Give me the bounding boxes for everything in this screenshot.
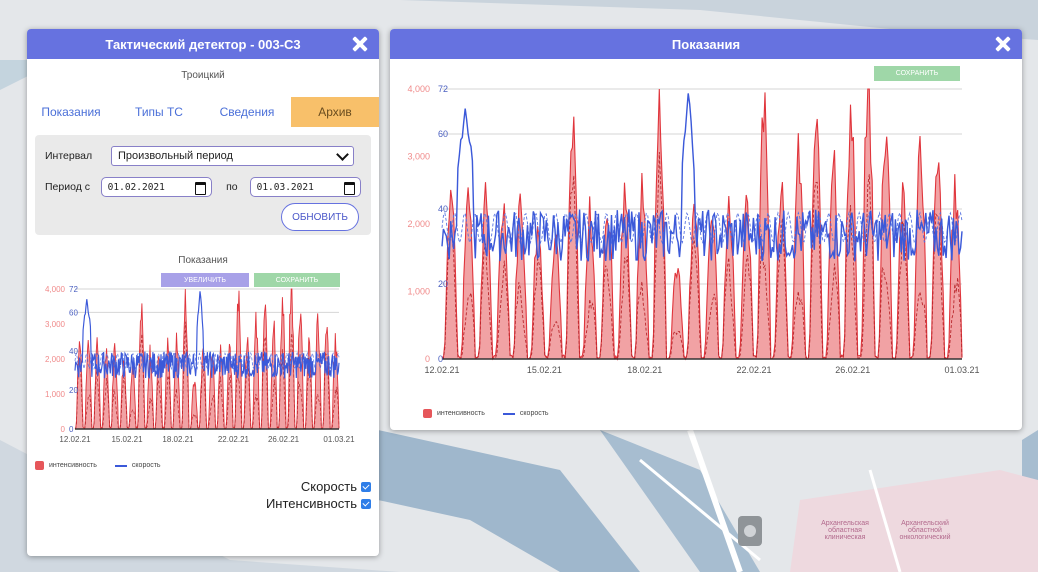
tab-info[interactable]: Сведения [203,97,291,127]
y-left-tick: 2,000 [45,355,66,364]
close-icon[interactable] [350,34,370,54]
filter-box: Интервал Произвольный период Период с 01… [35,135,371,235]
calendar-icon[interactable] [195,182,207,195]
tab-readings[interactable]: Показания [27,97,115,127]
speed-checkbox[interactable] [361,482,371,492]
y-left-tick: 4,000 [407,84,430,94]
x-tick: 12.02.21 [424,365,459,375]
x-tick: 26.02.21 [268,435,300,444]
x-tick: 12.02.21 [59,435,91,444]
readings-chart[interactable]: 0 1,000 2,000 3,000 4,000 0 20 40 60 72 12.02.21 15… [390,74,1022,394]
intensity-toggle-label: Интенсивность [265,496,357,511]
map-label: Архангельский областной онкологический [899,520,951,541]
y-left-tick: 4,000 [45,285,66,294]
y-left-tick: 1,000 [45,390,66,399]
x-tick: 01.03.21 [323,435,355,444]
mini-legend: интенсивность скорость [35,461,161,470]
period-to-label: по [226,181,238,193]
y-left-tick: 0 [61,425,66,434]
interval-select[interactable]: Произвольный период [111,146,354,166]
x-tick: 22.02.21 [736,365,771,375]
panel-title: Тактический детектор - 003-С3 [105,36,301,52]
calendar-icon[interactable] [344,182,355,195]
close-icon[interactable] [993,34,1013,54]
interval-label: Интервал [45,150,93,162]
y-right-tick: 40 [438,204,448,214]
y-left-tick: 3,000 [45,320,66,329]
y-left-tick: 1,000 [407,287,430,297]
y-right-tick: 40 [69,347,78,356]
legend-speed-label: скорость [131,462,161,469]
y-left-tick: 3,000 [407,152,430,162]
series-toggles: Скорость Интенсивность [266,478,371,512]
intensity-checkbox[interactable] [361,499,371,509]
x-tick: 15.02.21 [527,365,562,375]
mini-chart[interactable]: 0 1,000 2,000 3,000 4,000 0 20 40 60 72 12.02.21 15… [27,284,379,454]
x-tick: 18.02.21 [162,435,194,444]
period-to-input[interactable]: 01.03.2021 [249,177,361,197]
legend-intensity-swatch[interactable] [35,461,44,470]
period-from-label: Период с [45,181,90,193]
detector-location: Троицкий [181,70,225,81]
chevron-down-icon [336,148,349,161]
legend-speed-swatch[interactable] [114,464,127,467]
y-right-tick: 0 [69,425,74,434]
panel-header: Тактический детектор - 003-С3 [27,29,379,59]
legend-intensity-label: интенсивность [437,410,485,417]
y-right-tick: 20 [69,386,78,395]
x-tick: 26.02.21 [835,365,870,375]
y-right-tick: 72 [438,84,448,94]
mini-chart-title: Показания [178,255,228,266]
y-left-tick: 0 [425,354,430,364]
map-label: Архангельская областная клиническая [821,520,869,541]
interval-value: Произвольный период [118,150,233,162]
tab-vehicle-types[interactable]: Типы ТС [115,97,203,127]
x-tick: 15.02.21 [111,435,143,444]
detector-panel: Тактический детектор - 003-С3 Троицкий П… [27,29,379,556]
x-tick: 18.02.21 [627,365,662,375]
y-left-tick: 2,000 [407,219,430,229]
panel-title: Показания [671,36,741,52]
legend-intensity-label: интенсивность [49,462,97,469]
period-to-value: 01.03.2021 [256,181,314,193]
x-tick: 01.03.21 [944,365,979,375]
legend-intensity-swatch[interactable] [423,409,432,418]
panel-header: Показания [390,29,1022,59]
chart-legend: интенсивность скорость [423,409,549,418]
y-right-tick: 60 [69,308,78,317]
readings-panel: Показания СОХРАНИТЬ 0 1,000 2,000 3,000 4,00… [390,29,1022,430]
y-right-tick: 60 [438,129,448,139]
y-right-tick: 72 [69,285,78,294]
y-right-tick: 0 [438,354,443,364]
x-tick: 22.02.21 [218,435,250,444]
tab-archive[interactable]: Архив [291,97,379,127]
legend-speed-swatch[interactable] [502,412,515,415]
refresh-button[interactable]: ОБНОВИТЬ [281,203,359,231]
tab-bar: Показания Типы ТС Сведения Архив [27,97,379,127]
period-from-input[interactable]: 01.02.2021 [100,177,213,197]
legend-speed-label: скорость [519,410,549,417]
period-from-value: 01.02.2021 [107,181,165,193]
y-right-tick: 20 [438,279,448,289]
speed-toggle-label: Скорость [300,479,357,494]
